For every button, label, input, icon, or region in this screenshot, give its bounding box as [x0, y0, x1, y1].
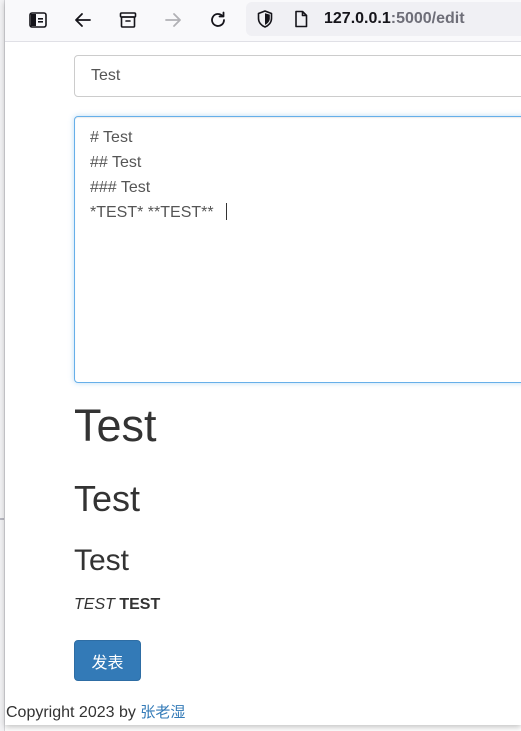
tracking-protection-shield-icon[interactable] — [255, 9, 275, 29]
url-text: 127.0.0.1:5000/edit — [324, 10, 465, 28]
preview-strong: TEST — [119, 596, 161, 613]
preview-emphasis: TEST — [74, 596, 115, 613]
text-caret — [226, 203, 227, 220]
preview-heading-1: Test — [74, 400, 157, 451]
footer-copyright: Copyright 2023 by — [6, 704, 141, 721]
title-input[interactable] — [74, 55, 521, 97]
forward-arrow-icon[interactable] — [158, 5, 188, 35]
footer: Copyright 2023 by 张老湿 — [6, 701, 185, 722]
browser-window: 127.0.0.1:5000/edit # Test ## Test ### T… — [5, 0, 521, 725]
preview-heading-3: Test — [74, 544, 130, 577]
browser-toolbar: 127.0.0.1:5000/edit — [5, 0, 521, 42]
preview-paragraph: TEST TEST — [74, 596, 160, 614]
footer-author-link[interactable]: 张老湿 — [140, 703, 185, 721]
preview-heading-2: Test — [74, 478, 141, 519]
submit-button[interactable]: 发表 — [74, 640, 141, 681]
markdown-editor[interactable]: # Test ## Test ### Test *TEST* **TEST** — [74, 116, 521, 383]
reload-icon[interactable] — [203, 5, 233, 35]
firefox-view-icon[interactable] — [113, 5, 143, 35]
page-info-icon[interactable] — [291, 9, 311, 29]
address-bar[interactable]: 127.0.0.1:5000/edit — [246, 2, 521, 36]
url-host: 127.0.0.1 — [324, 10, 391, 27]
back-arrow-icon[interactable] — [68, 5, 98, 35]
url-path: :5000/edit — [390, 10, 465, 27]
sidebar-icon[interactable] — [23, 5, 53, 35]
